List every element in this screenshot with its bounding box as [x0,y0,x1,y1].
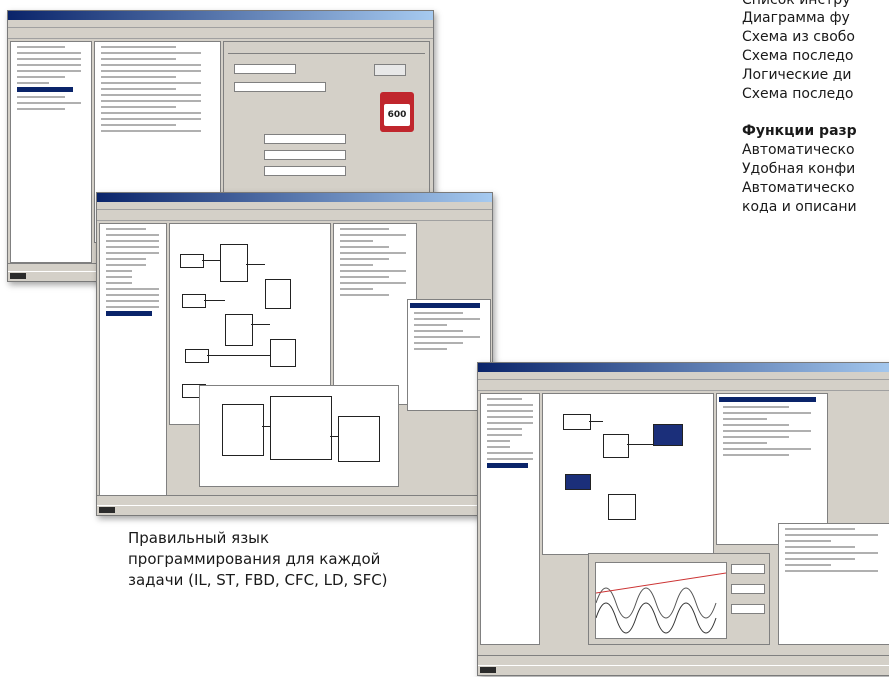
list-item: Диаграмма фу [742,10,850,26]
menu-bar [8,20,433,28]
list-item: Удобная конфи [742,161,856,177]
caption: Правильный язык программирования для каж… [128,528,388,591]
caption-line: Правильный язык [128,529,270,547]
caption-line: программирования для каждой [128,550,381,568]
list-item: Схема последо [742,48,854,64]
badge-value: 600 [384,104,410,126]
menu-bar [97,202,492,210]
list-item: Автоматическо [742,142,855,158]
status-bar [97,495,492,504]
toolbar [97,210,492,221]
device-badge: 600 [380,92,414,132]
list-item: Схема из свобо [742,29,855,45]
toolbar [8,28,433,39]
menu-bar [478,372,889,380]
st-code-pane [333,223,417,405]
variables-pane [778,523,889,645]
screenshot-fbd-editor [96,192,493,516]
list-item: Список инстру [742,0,851,8]
status-bar [478,655,889,664]
trace-pane [588,553,770,645]
screenshot-sfc-trace-editor [477,362,889,676]
list-item: кода и описани [742,199,857,215]
title-bar [8,11,433,20]
list-item: Логические ди [742,67,852,83]
taskbar [478,665,889,675]
pou-tree-pane [99,223,167,500]
cfc-diagram-pane [199,385,399,487]
list-item: Автоматическо [742,180,855,196]
sfc-diagram-pane [542,393,714,555]
section-heading: Функции разр [742,123,857,139]
project-tree-pane [10,41,92,263]
title-bar [97,193,492,202]
caption-line: задачи (IL, ST, FBD, CFC, LD, SFC) [128,571,388,589]
pou-tree-pane [480,393,540,645]
title-bar [478,363,889,372]
toolbar [478,380,889,391]
list-item: Схема последо [742,86,854,102]
taskbar [97,505,492,515]
trace-waveform [595,562,727,639]
